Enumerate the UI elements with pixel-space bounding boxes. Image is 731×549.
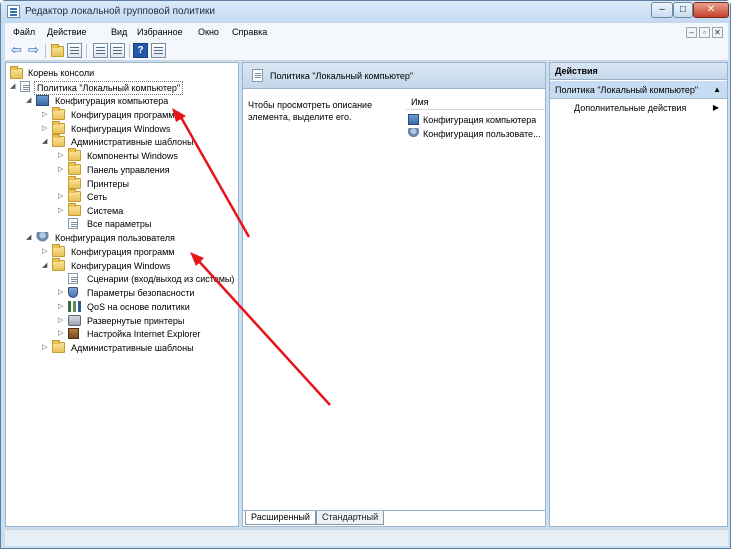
expand-icon[interactable]: ▷	[42, 109, 50, 121]
collapse-up-icon[interactable]: ▲	[713, 81, 721, 99]
expand-icon[interactable]: ▷	[58, 164, 66, 176]
folder-icon	[68, 176, 81, 189]
show-hide-tree-icon[interactable]	[67, 43, 82, 58]
console-tree: Корень консоли ◢ Политика "Локальный ком…	[5, 62, 239, 527]
app-window: Редактор локальной групповой политики – …	[0, 0, 731, 549]
back-arrow-icon[interactable]: ⇦	[9, 43, 24, 58]
menu-window[interactable]: Окно	[198, 27, 219, 37]
internet-explorer-icon	[68, 328, 79, 339]
status-bar	[5, 529, 728, 546]
details-pane: Политика "Локальный компьютер" Чтобы про…	[242, 62, 546, 527]
folder-icon	[10, 66, 23, 79]
menu-action[interactable]: Действие	[47, 27, 87, 37]
menu-help[interactable]: Справка	[232, 27, 267, 37]
expand-icon[interactable]: ▷	[58, 287, 66, 299]
menu-file[interactable]: Файл	[13, 27, 35, 37]
computer-icon	[408, 114, 419, 125]
collapse-icon[interactable]: ◢	[26, 232, 34, 244]
menu-view[interactable]: Вид	[111, 27, 127, 37]
expand-icon[interactable]: ▷	[42, 123, 50, 135]
help-icon[interactable]: ?	[133, 43, 148, 58]
column-header-name[interactable]: Имя	[406, 94, 545, 110]
expand-icon[interactable]: ▷	[42, 342, 50, 354]
settings-document-icon	[68, 218, 78, 229]
expand-icon[interactable]: ▷	[58, 301, 66, 313]
up-folder-icon[interactable]	[51, 44, 64, 57]
title-bar: Редактор локальной групповой политики – …	[1, 1, 730, 23]
details-header: Политика "Локальный компьютер"	[243, 63, 545, 89]
toolbar: ⇦ ⇨ ?	[5, 41, 728, 61]
tab-standard[interactable]: Стандартный	[316, 511, 385, 525]
folder-icon	[52, 258, 65, 271]
folder-icon	[68, 203, 81, 216]
actions-policy-label: Политика "Локальный компьютер"	[555, 85, 699, 95]
folder-icon	[68, 189, 81, 202]
actions-header: Действия	[550, 63, 727, 80]
toolbar-separator	[45, 44, 46, 58]
folder-icon	[52, 244, 65, 257]
collapse-icon[interactable]: ◢	[42, 260, 50, 272]
maximize-button[interactable]: □	[673, 2, 693, 18]
window-title: Редактор локальной групповой политики	[25, 6, 215, 17]
collapse-icon[interactable]: ◢	[42, 136, 50, 148]
menu-bar: Файл Действие Вид Избранное Окно Справка…	[5, 23, 728, 41]
folder-icon	[52, 340, 65, 353]
child-restore-button[interactable]: ▫	[699, 27, 710, 38]
minimize-button[interactable]: –	[651, 2, 673, 18]
expand-icon[interactable]: ▷	[58, 315, 66, 327]
computer-icon	[36, 95, 49, 106]
expand-icon[interactable]: ▷	[58, 205, 66, 217]
actions-policy-group[interactable]: Политика "Локальный компьютер" ▲	[550, 81, 727, 99]
script-document-icon	[68, 273, 78, 284]
toolbar-separator	[129, 44, 130, 58]
actions-pane: Действия Политика "Локальный компьютер" …	[549, 62, 728, 527]
collapse-icon[interactable]: ◢	[10, 81, 18, 93]
folder-icon	[52, 121, 65, 134]
view-tabs: Расширенный Стандартный	[243, 510, 545, 526]
submenu-arrow-icon: ▶	[712, 103, 719, 112]
description-text: Чтобы просмотреть описание элемента, выд…	[248, 100, 373, 122]
user-icon	[36, 232, 49, 243]
toolbar-separator	[86, 44, 87, 58]
more-actions-item[interactable]: Дополнительные действия	[574, 103, 686, 113]
policy-document-icon	[252, 69, 263, 82]
properties-icon[interactable]	[93, 43, 108, 58]
user-icon	[408, 128, 419, 139]
menu-favorites[interactable]: Избранное	[137, 27, 183, 37]
printer-icon	[68, 315, 81, 326]
show-action-pane-icon[interactable]	[151, 43, 166, 58]
expand-icon[interactable]: ▷	[58, 191, 66, 203]
expand-icon[interactable]: ▷	[42, 246, 50, 258]
close-button[interactable]: ✕	[693, 2, 729, 18]
qos-chart-icon	[68, 301, 81, 312]
export-list-icon[interactable]	[110, 43, 125, 58]
expand-icon[interactable]: ▷	[58, 150, 66, 162]
child-close-button[interactable]: ✕	[712, 27, 723, 38]
child-minimize-button[interactable]: –	[686, 27, 697, 38]
folder-icon	[68, 162, 81, 175]
list-item[interactable]: Конфигурация компьютера	[408, 114, 544, 127]
folder-icon	[52, 107, 65, 120]
tab-extended[interactable]: Расширенный	[245, 511, 316, 525]
gpedit-app-icon	[7, 5, 20, 18]
policy-document-icon	[20, 81, 30, 92]
security-shield-icon	[68, 287, 78, 298]
details-title: Политика "Локальный компьютер"	[270, 71, 414, 81]
folder-icon	[52, 134, 65, 147]
collapse-icon[interactable]: ◢	[26, 95, 34, 107]
expand-icon[interactable]: ▷	[58, 328, 66, 340]
list-item[interactable]: Конфигурация пользовате...	[408, 128, 544, 141]
forward-arrow-icon[interactable]: ⇨	[26, 43, 41, 58]
folder-icon	[68, 148, 81, 161]
